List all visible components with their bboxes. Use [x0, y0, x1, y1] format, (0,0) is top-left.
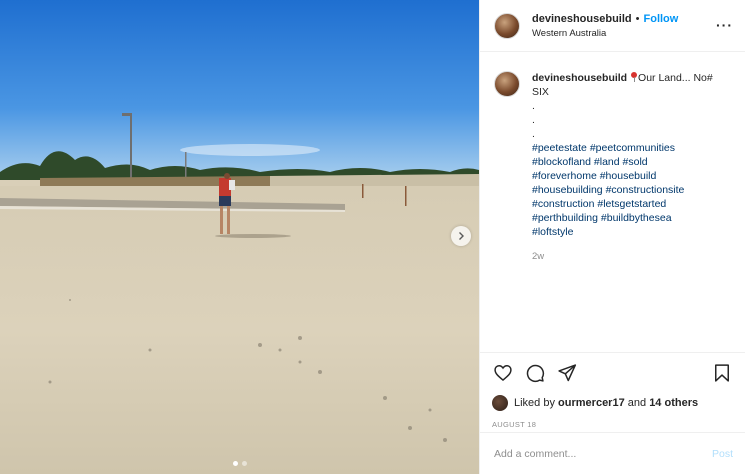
- username-link[interactable]: devineshousebuild: [532, 13, 632, 25]
- hashtag-link[interactable]: #construction: [532, 198, 594, 210]
- hashtag-link[interactable]: #letsgetstarted: [597, 198, 666, 210]
- round-pushpin-icon: [631, 72, 638, 82]
- photo-image: [0, 0, 479, 474]
- hashtag-link[interactable]: #loftstyle: [532, 226, 573, 238]
- hashtag-link[interactable]: #peetcommunities: [590, 142, 675, 154]
- post-date[interactable]: AUGUST 18: [492, 420, 733, 429]
- hashtag-link[interactable]: #blockofland: [532, 156, 591, 168]
- hashtag-link[interactable]: #housebuilding: [532, 184, 603, 196]
- like-button[interactable]: [492, 362, 514, 384]
- likes-middle: and: [627, 397, 647, 409]
- chevron-right-icon: [459, 232, 464, 240]
- follow-button[interactable]: Follow: [644, 13, 679, 25]
- hashtag-link[interactable]: #sold: [623, 156, 648, 168]
- caption-dot: .: [532, 128, 535, 140]
- location-link[interactable]: Western Australia: [532, 28, 678, 39]
- caption-username-link[interactable]: devineshousebuild: [532, 72, 627, 84]
- carousel-dot: [241, 461, 247, 466]
- share-icon: [558, 364, 577, 382]
- hashtag-link[interactable]: #perthbuilding: [532, 212, 598, 224]
- carousel-dots: [0, 461, 479, 466]
- separator-dot: •: [635, 12, 640, 25]
- hashtag-list: #peetestate #peetcommunities #blockoflan…: [532, 141, 731, 239]
- post-photo[interactable]: [0, 0, 479, 474]
- bookmark-icon: [715, 364, 729, 382]
- hashtag-link[interactable]: #housebuild: [600, 170, 657, 182]
- more-options-button[interactable]: ···: [716, 18, 733, 32]
- post-header: devineshousebuild • Follow Western Austr…: [480, 0, 745, 52]
- caption-text: devineshousebuild Our Land... No# SIX: [532, 71, 731, 99]
- share-button[interactable]: [556, 362, 578, 384]
- comment-form: Post: [480, 432, 745, 474]
- comment-input[interactable]: [494, 447, 712, 460]
- post-age[interactable]: 2w: [532, 250, 731, 264]
- caption-dot: .: [532, 100, 535, 112]
- carousel-dot-active: [232, 461, 238, 466]
- liker-username-link[interactable]: ourmercer17: [558, 397, 625, 409]
- hashtag-link[interactable]: #peetestate: [532, 142, 587, 154]
- avatar[interactable]: [494, 12, 520, 39]
- hashtag-link[interactable]: #buildbythesea: [601, 212, 672, 224]
- save-button[interactable]: [711, 362, 733, 384]
- caption-avatar[interactable]: [494, 71, 520, 97]
- post-sidebar: devineshousebuild • Follow Western Austr…: [479, 0, 745, 474]
- liker-avatar[interactable]: [492, 395, 508, 411]
- likes-prefix: Liked by: [514, 397, 555, 409]
- comment-button[interactable]: [524, 362, 546, 384]
- comment-icon: [526, 364, 545, 383]
- caption-dot: .: [532, 114, 535, 126]
- post-comment-button[interactable]: Post: [712, 448, 733, 460]
- heart-icon: [494, 364, 512, 382]
- hashtag-link[interactable]: #constructionsite: [606, 184, 685, 196]
- carousel-next-button[interactable]: [451, 226, 471, 246]
- action-bar: Liked by ourmercer17 and 14 others AUGUS…: [480, 352, 745, 429]
- caption: devineshousebuild Our Land... No# SIX . …: [480, 52, 745, 352]
- hashtag-link[interactable]: #land: [594, 156, 620, 168]
- likes-others-link[interactable]: 14 others: [649, 397, 698, 409]
- likes-summary: Liked by ourmercer17 and 14 others: [492, 395, 733, 411]
- hashtag-link[interactable]: #foreverhome: [532, 170, 597, 182]
